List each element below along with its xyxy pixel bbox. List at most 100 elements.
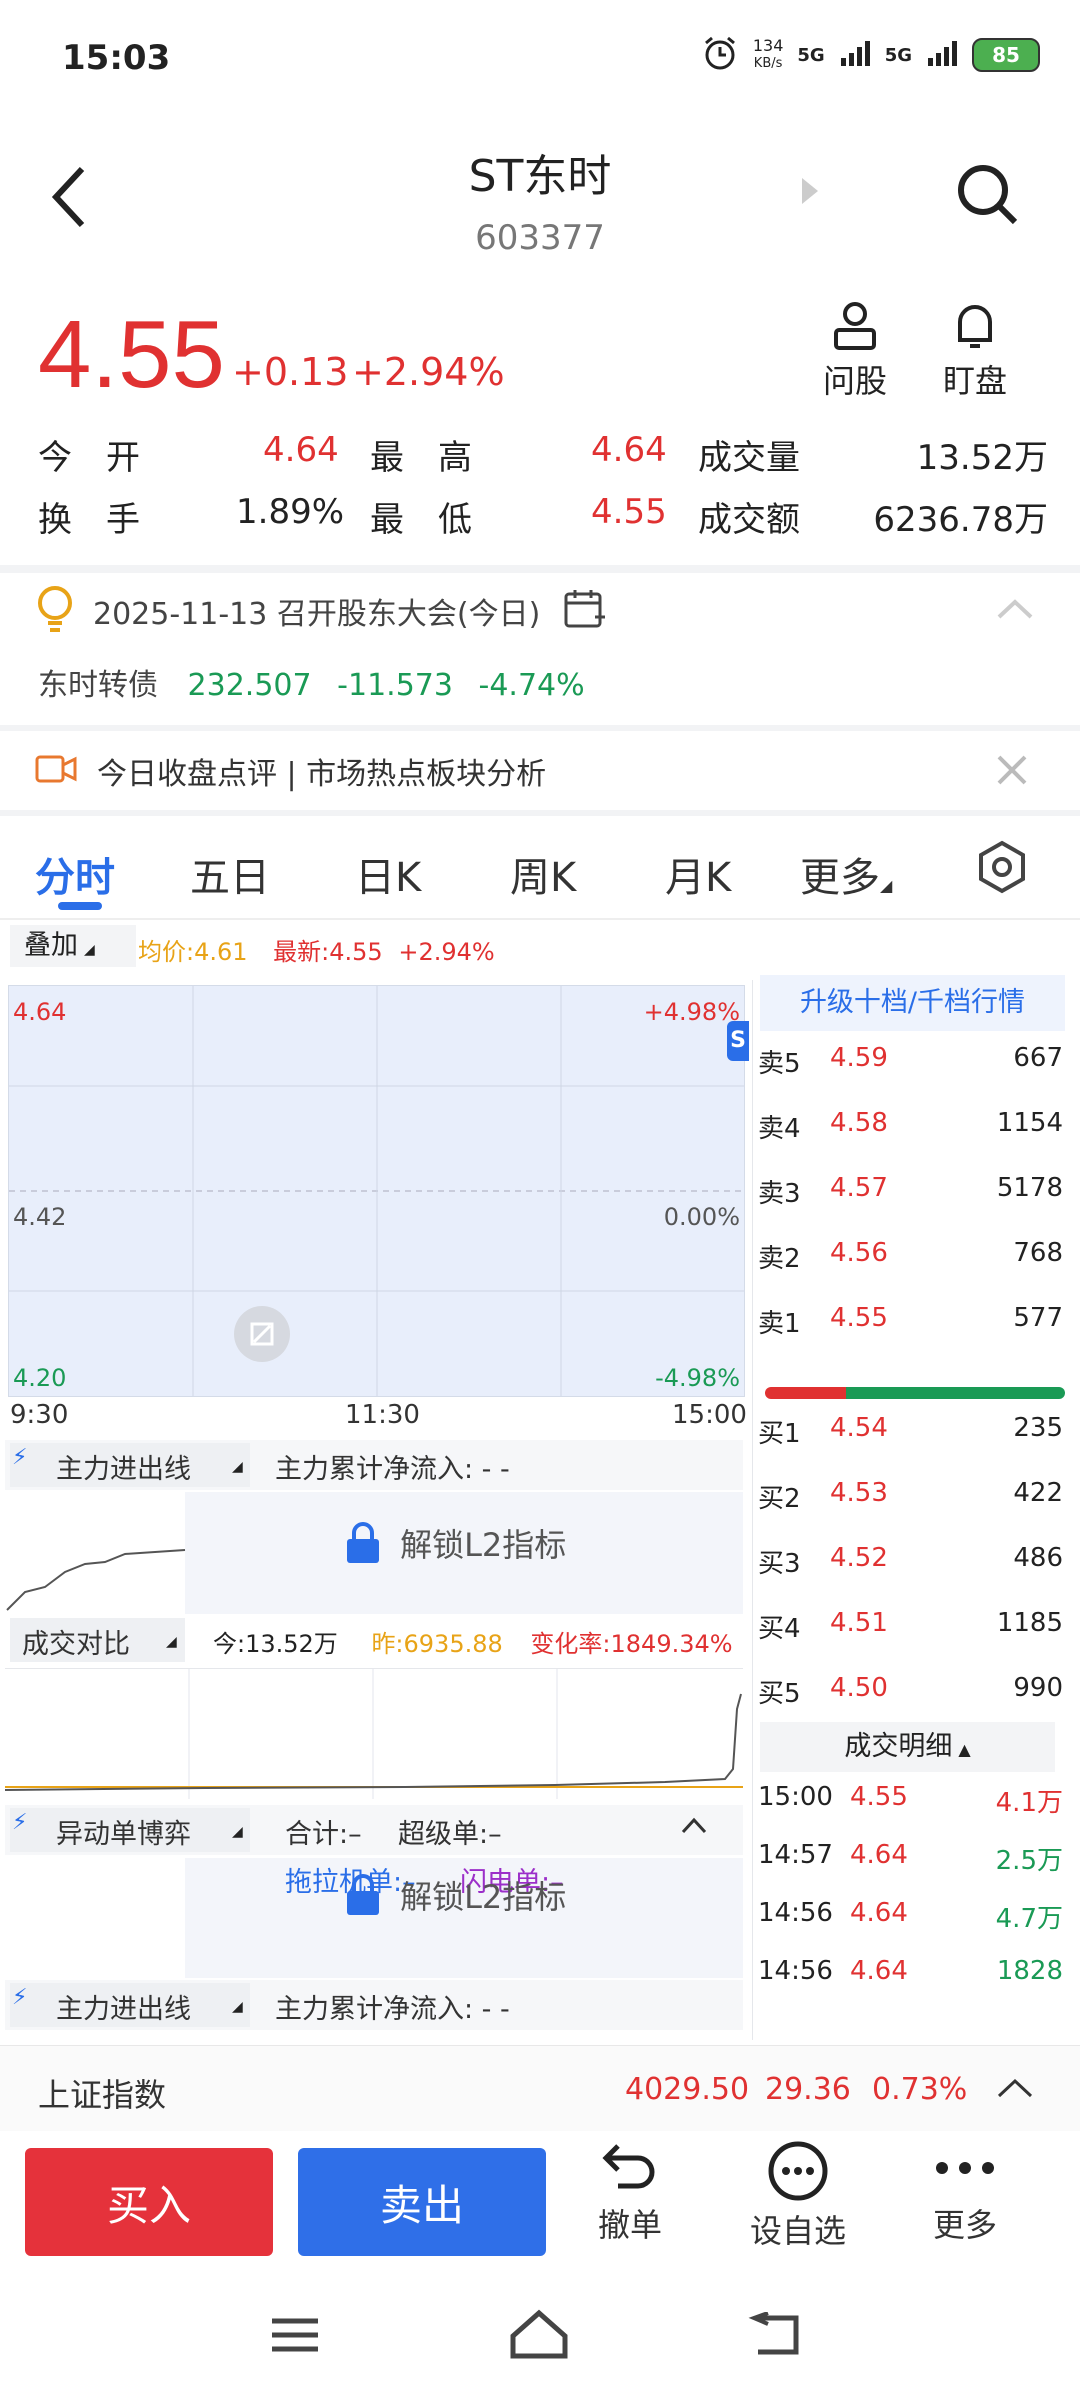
trade-volume: 4.1万 xyxy=(995,1788,1063,1818)
chevron-up-icon[interactable] xyxy=(995,2076,1035,2100)
unlock-l2-button[interactable]: 解锁L2指标 xyxy=(345,1520,566,1566)
convertible-bond-row[interactable]: 东时转债 232.507 -11.573 -4.74% xyxy=(38,660,585,704)
index-bar[interactable]: 上证指数 4029.50 29.36 0.73% xyxy=(0,2045,1080,2131)
caret-up-icon: ▲ xyxy=(958,1740,971,1759)
main-flow-selector[interactable]: ⚡ 主力进出线 ◢ xyxy=(10,1443,250,1487)
chevron-up-icon xyxy=(681,1817,707,1834)
ask-price: 4.55 xyxy=(830,1303,888,1333)
turnover-label: 换 手 xyxy=(38,500,140,540)
caret-icon: ◢ xyxy=(232,1459,243,1475)
trade-price: 4.64 xyxy=(850,1898,908,1928)
intraday-chart[interactable]: 4.64 +4.98% 4.42 0.00% 4.20 -4.98% S xyxy=(8,985,749,1397)
bond-change: -11.573 xyxy=(337,668,453,703)
latest-price-label: 最新:4.55 xyxy=(273,938,383,966)
amount-value: 6236.78万 xyxy=(873,500,1048,540)
back-nav-icon xyxy=(748,2311,799,2355)
chart-settings-button[interactable] xyxy=(975,840,1029,898)
tab-daily-k[interactable]: 日K xyxy=(355,845,421,903)
sell-marker-badge[interactable]: S xyxy=(727,1021,749,1061)
sell-button[interactable]: 卖出 xyxy=(298,2148,546,2256)
bid-volume: 422 xyxy=(1013,1478,1063,1508)
bid-volume: 486 xyxy=(1013,1543,1063,1573)
amount-label: 成交额 xyxy=(698,500,800,540)
quote-row-2: 换 手 1.89% 最 低 4.55 成交额 6236.78万 xyxy=(38,492,1048,544)
change-rate: 变化率:1849.34% xyxy=(530,1630,733,1658)
status-time: 15:03 xyxy=(62,38,171,78)
calendar-add-icon xyxy=(564,590,605,628)
back-nav-button[interactable] xyxy=(748,2311,800,2362)
tab-more-label: 更多 xyxy=(800,855,880,901)
search-icon xyxy=(958,165,1018,225)
chart-expand-icon[interactable] xyxy=(234,1306,290,1362)
unlock-label-2: 解锁L2指标 xyxy=(400,1878,567,1916)
bid-label: 买5 xyxy=(758,1679,801,1709)
tab-more[interactable]: 更多◢ xyxy=(800,845,892,903)
watch-button[interactable]: 盯盘 xyxy=(920,300,1030,402)
market-review-banner[interactable]: 今日收盘点评 | 市场热点板块分析 xyxy=(35,745,1045,805)
trade-detail-toggle[interactable]: 成交明细 ▲ xyxy=(760,1722,1055,1772)
event-notice[interactable]: 2025-11-13 召开股东大会(今日) xyxy=(35,585,1045,645)
bid-price: 4.50 xyxy=(830,1673,888,1703)
add-watchlist-button[interactable]: 设自选 xyxy=(738,2140,858,2252)
lock-icon xyxy=(347,1522,379,1563)
more-dots-icon xyxy=(936,2162,994,2174)
collapse-button[interactable] xyxy=(680,1815,708,1839)
caret-icon: ◢ xyxy=(232,1999,243,2015)
upgrade-quote-button[interactable]: 升级十档/千档行情 xyxy=(760,975,1065,1031)
person-icon xyxy=(834,302,876,350)
unlock-label: 解锁L2指标 xyxy=(400,1526,567,1564)
home-icon xyxy=(510,2309,568,2359)
bid-price: 4.53 xyxy=(830,1478,888,1508)
close-icon[interactable] xyxy=(995,753,1029,787)
game-selector[interactable]: ⚡ 异动单博弈 ◢ xyxy=(10,1808,250,1852)
tab-five-day[interactable]: 五日 xyxy=(190,845,270,903)
trade-row: 15:00 4.55 4.1万 xyxy=(758,1782,1063,1842)
more-actions-button[interactable]: 更多 xyxy=(910,2140,1020,2246)
main-net-inflow: 主力累计净流入: - - xyxy=(275,1454,510,1485)
volume-compare-stats: 今:13.52万 昨:6935.88 变化率:1849.34% xyxy=(213,1624,733,1659)
lightbulb-icon xyxy=(38,586,72,632)
tab-indicator xyxy=(58,902,102,910)
chart-grid xyxy=(9,986,744,1396)
volume-compare-selector[interactable]: 成交对比 ◢ xyxy=(10,1618,185,1662)
bid-label: 买1 xyxy=(758,1419,801,1449)
pct-label-mid: 0.00% xyxy=(663,1203,740,1231)
watch-label: 盯盘 xyxy=(942,362,1007,400)
tab-weekly-k[interactable]: 周K xyxy=(510,845,576,903)
more-actions-label: 更多 xyxy=(932,2206,997,2244)
bid-ask-ratio-bar xyxy=(765,1387,1065,1399)
index-change: 29.36 xyxy=(765,2072,851,2107)
main-flow-selector-2[interactable]: ⚡ 主力进出线 ◢ xyxy=(10,1983,250,2027)
caret-down-icon: ◢ xyxy=(880,876,893,895)
ask-label: 卖1 xyxy=(758,1309,801,1339)
pct-label-bot: -4.98% xyxy=(655,1364,740,1392)
lightning-icon: ⚡ xyxy=(12,1810,28,1835)
unlock-l2-button-2[interactable]: 解锁L2指标 xyxy=(345,1872,566,1918)
main-flow-label-2: 主力进出线 xyxy=(56,1994,191,2025)
game-label: 异动单博弈 xyxy=(56,1819,191,1850)
cancel-order-label: 撤单 xyxy=(597,2206,662,2244)
chevron-up-icon xyxy=(997,599,1033,619)
cancel-order-button[interactable]: 撤单 xyxy=(585,2140,675,2246)
today-volume: 今:13.52万 xyxy=(213,1630,338,1658)
buy-button[interactable]: 买入 xyxy=(25,2148,273,2256)
trade-row: 14:56 4.64 4.7万 xyxy=(758,1898,1063,1958)
search-button[interactable] xyxy=(955,162,1019,230)
ask-price: 4.58 xyxy=(830,1108,888,1138)
tab-monthly-k[interactable]: 月K xyxy=(665,845,731,903)
avg-price-label: 均价:4.61 xyxy=(138,938,248,966)
index-name: 上证指数 xyxy=(38,2076,167,2114)
tab-intraday[interactable]: 分时 xyxy=(35,845,115,903)
home-nav-button[interactable] xyxy=(508,2308,570,2364)
ask-stock-button[interactable]: 问股 xyxy=(800,300,910,402)
volume-compare-label: 成交对比 xyxy=(22,1629,130,1660)
alarm-icon xyxy=(701,34,739,76)
trade-price: 4.64 xyxy=(850,1840,908,1870)
trade-time: 14:56 xyxy=(758,1956,833,1986)
bond-price: 232.507 xyxy=(187,668,312,703)
menu-nav-button[interactable] xyxy=(270,2315,320,2359)
next-stock-arrow-icon[interactable] xyxy=(800,176,820,210)
overlay-button[interactable]: 叠加 ◢ xyxy=(10,925,136,967)
index-value: 4029.50 xyxy=(625,2072,750,2107)
ask-price: 4.59 xyxy=(830,1043,888,1073)
